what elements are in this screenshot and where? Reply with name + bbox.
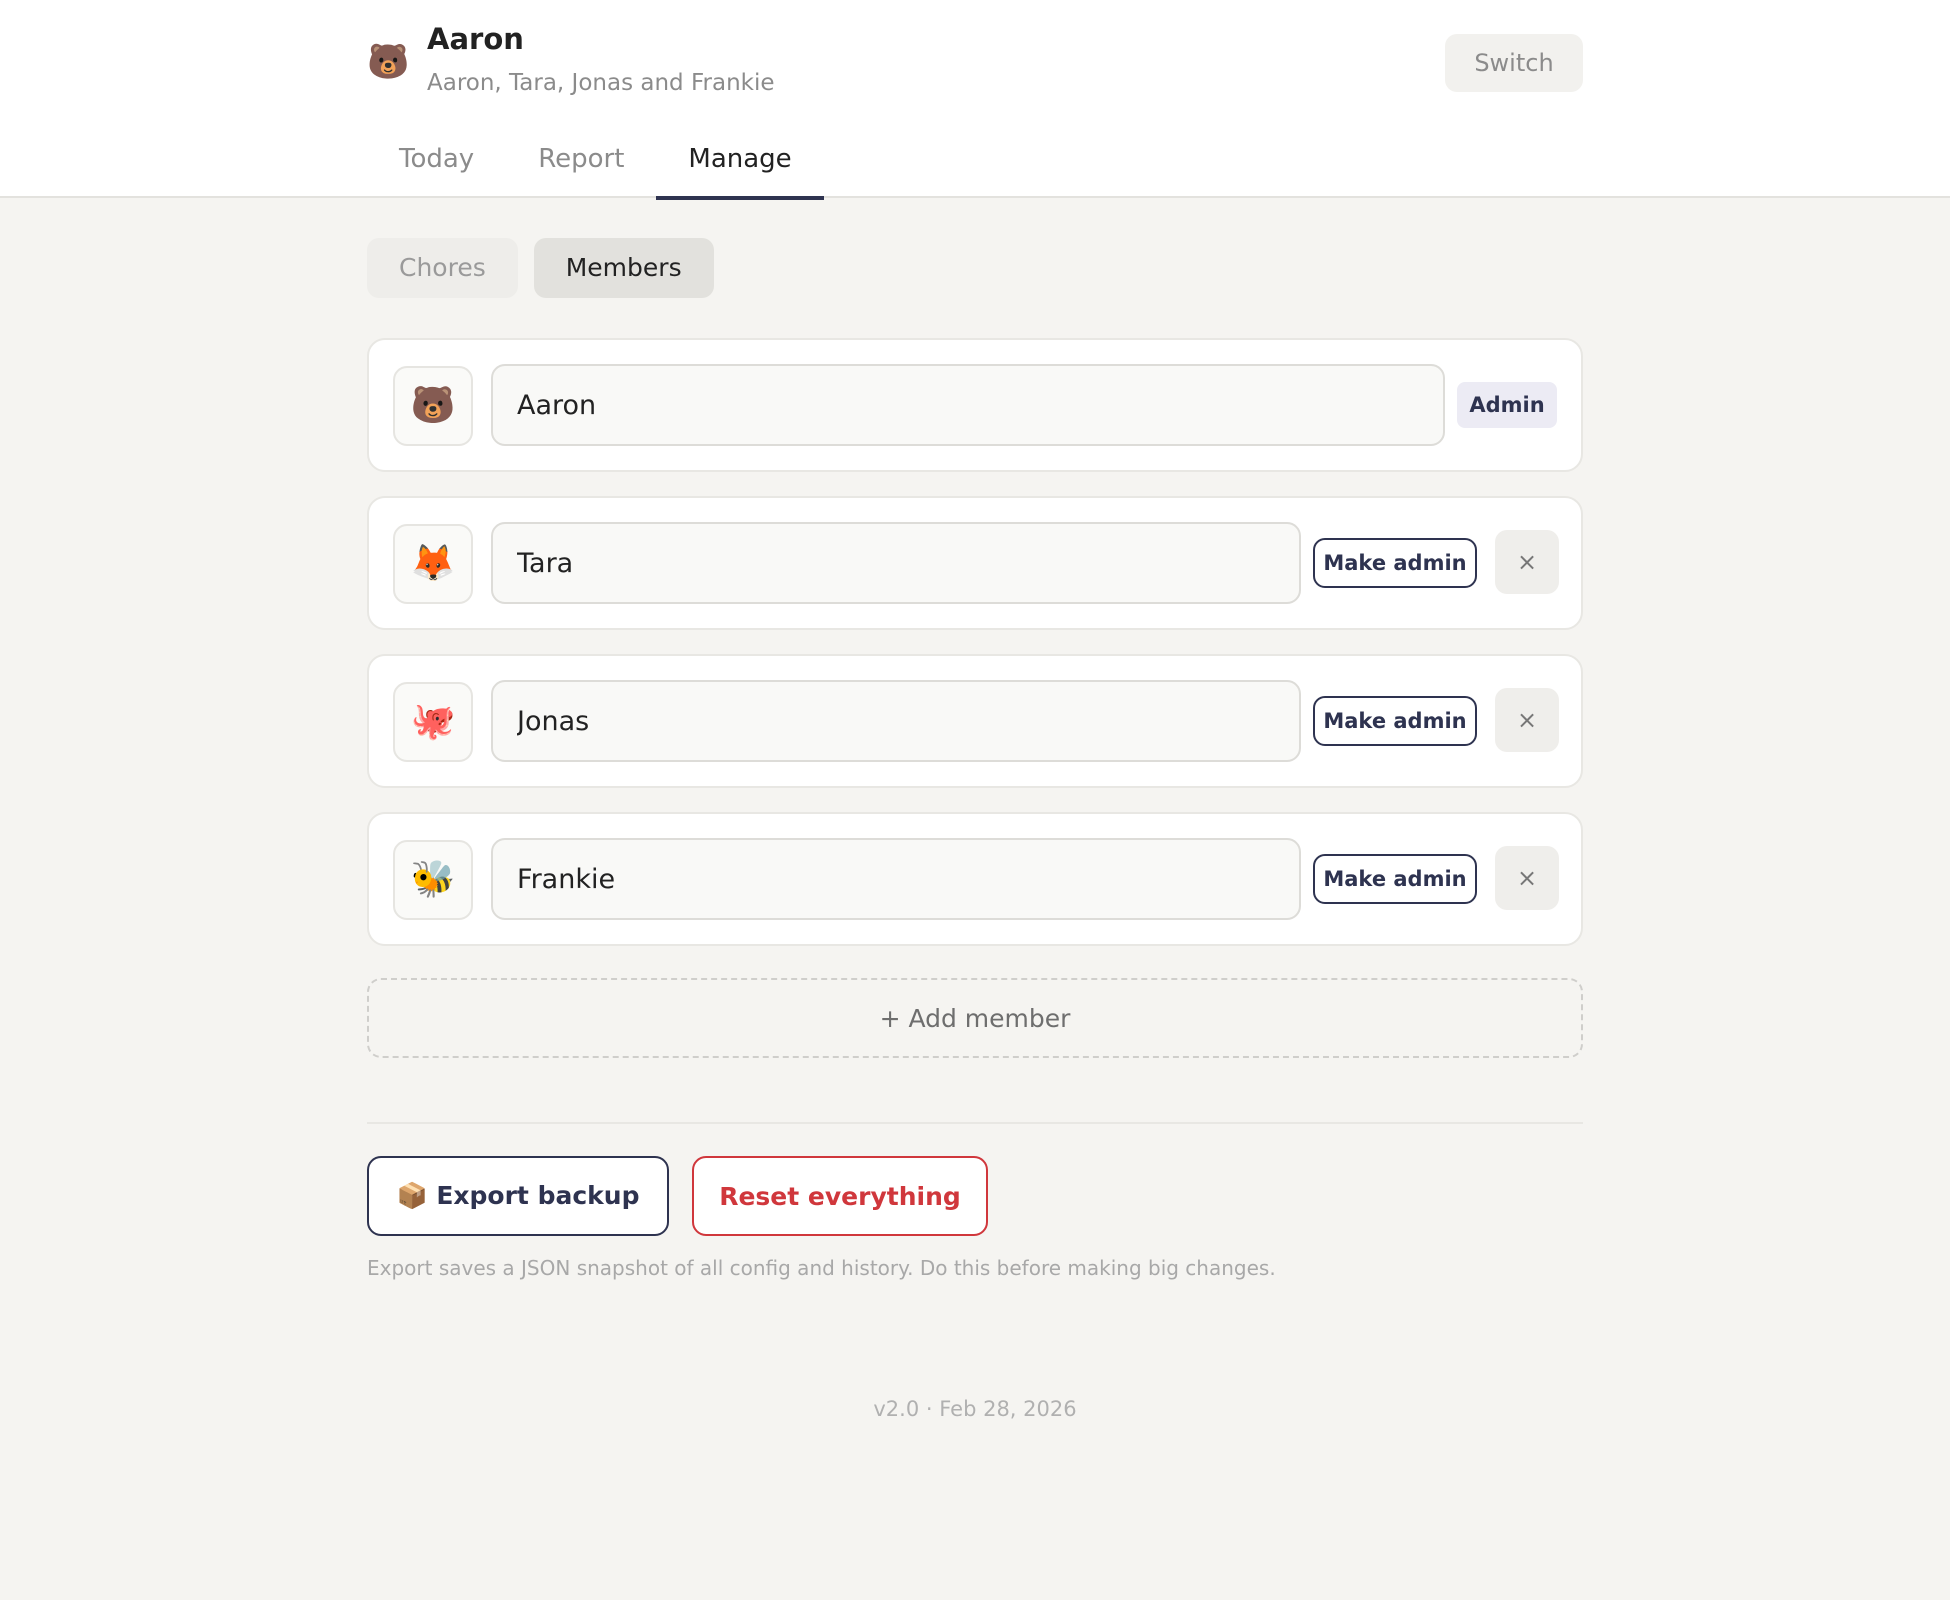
octopus-emoji-picker-icon[interactable]: 🐙 [393, 682, 473, 762]
remove-member-close-icon[interactable]: × [1495, 530, 1559, 594]
member-name-input[interactable] [491, 364, 1445, 446]
export-help-text: Export saves a JSON snapshot of all conf… [367, 1256, 1276, 1280]
tab-today[interactable]: Today [367, 128, 506, 198]
subtab-members[interactable]: Members [533, 238, 714, 298]
remove-member-close-icon[interactable]: × [1495, 846, 1559, 910]
version-footer: v2.0 · Feb 28, 2026 [873, 1397, 1077, 1421]
manage-subtabs: Chores Members [367, 238, 714, 298]
member-card-frankie: 🐝 Make admin × [367, 812, 1583, 946]
member-card-aaron: 🐻 Admin [367, 338, 1583, 472]
main-tabs: Today Report Manage [367, 128, 824, 200]
fox-emoji-picker-icon[interactable]: 🦊 [393, 524, 473, 604]
bear-avatar-icon: 🐻 [367, 42, 410, 82]
member-name-input[interactable] [491, 680, 1301, 762]
admin-badge: Admin [1457, 382, 1557, 428]
switch-user-button[interactable]: Switch [1445, 34, 1583, 92]
bee-emoji-picker-icon[interactable]: 🐝 [393, 840, 473, 920]
remove-member-close-icon[interactable]: × [1495, 688, 1559, 752]
current-user-name: Aaron [427, 22, 524, 56]
header: 🐻 Aaron Aaron, Tara, Jonas and Frankie S… [367, 20, 1583, 110]
member-card-jonas: 🐙 Make admin × [367, 654, 1583, 788]
add-member-button[interactable]: + Add member [367, 978, 1583, 1058]
reset-everything-button[interactable]: Reset everything [692, 1156, 988, 1236]
member-name-input[interactable] [491, 522, 1301, 604]
bear-emoji-picker-icon[interactable]: 🐻 [393, 366, 473, 446]
section-divider [367, 1122, 1583, 1124]
member-card-tara: 🦊 Make admin × [367, 496, 1583, 630]
make-admin-button[interactable]: Make admin [1313, 854, 1477, 904]
member-name-input[interactable] [491, 838, 1301, 920]
household-members-summary: Aaron, Tara, Jonas and Frankie [427, 70, 775, 96]
tab-report[interactable]: Report [506, 128, 656, 198]
subtab-chores[interactable]: Chores [367, 238, 518, 298]
make-admin-button[interactable]: Make admin [1313, 696, 1477, 746]
make-admin-button[interactable]: Make admin [1313, 538, 1477, 588]
export-backup-button[interactable]: 📦 Export backup [367, 1156, 669, 1236]
top-bar: 🐻 Aaron Aaron, Tara, Jonas and Frankie S… [0, 0, 1950, 200]
member-list: 🐻 Admin 🦊 Make admin × 🐙 Make admin × 🐝 … [367, 338, 1583, 970]
tab-manage[interactable]: Manage [656, 128, 824, 200]
